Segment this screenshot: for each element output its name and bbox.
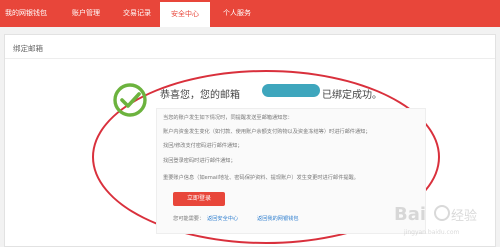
- login-now-button[interactable]: 立即登录: [173, 192, 225, 206]
- tab-security-center[interactable]: 安全中心: [160, 2, 210, 27]
- notification-info-box: 当您的账户发生如下情况时，同提醒发送至邮箱通知您： 账户内资金发生变化（如付款、…: [156, 108, 426, 234]
- info-line-payment-password: 找回/修改支付密码进行邮件通知；: [163, 143, 243, 149]
- return-security-center-link[interactable]: 返回安全中心: [207, 215, 238, 222]
- panel-divider: [5, 58, 495, 59]
- svg-text:jingyan.baidu.com: jingyan.baidu.com: [403, 229, 460, 236]
- tab-account-management[interactable]: 账户管理: [60, 0, 112, 27]
- info-line-intro: 当您的账户发生如下情况时，同提醒发送至邮箱通知您：: [163, 115, 293, 121]
- info-line-balance-change: 账户内资金发生变化（如付款、使用账户余额支付购物以及资金冻结等）时进行邮件通知；: [163, 129, 371, 135]
- top-navigation-bar: 我的网银钱包 账户管理 交易记录 安全中心 个人服务: [0, 0, 500, 27]
- may-need-label: 您可能需要：: [173, 216, 205, 222]
- success-message-suffix: 已绑定成功。: [322, 90, 382, 101]
- panel-title: 绑定邮箱: [13, 44, 43, 53]
- success-message-prefix: 恭喜您，您的邮箱: [160, 90, 240, 101]
- svg-text:经验: 经验: [451, 208, 477, 224]
- tab-transaction-records[interactable]: 交易记录: [112, 0, 162, 27]
- tab-personal-service[interactable]: 个人服务: [212, 0, 262, 27]
- tab-my-wallet[interactable]: 我的网银钱包: [0, 0, 52, 27]
- info-line-login-password: 找回登录密码时进行邮件通知；: [163, 158, 236, 164]
- info-line-account-info-change: 重要账户信息（如email地址、密码保护资料、提现账户）发生变更时进行邮件提醒。: [163, 175, 359, 181]
- email-address-highlight: [262, 84, 320, 97]
- return-wallet-link[interactable]: 返回我的网银钱包: [257, 215, 299, 222]
- check-circle-icon: [113, 83, 147, 117]
- svg-text:Bai: Bai: [394, 204, 426, 225]
- baidu-jingyan-watermark: Bai 经验 jingyan.baidu.com: [394, 204, 477, 236]
